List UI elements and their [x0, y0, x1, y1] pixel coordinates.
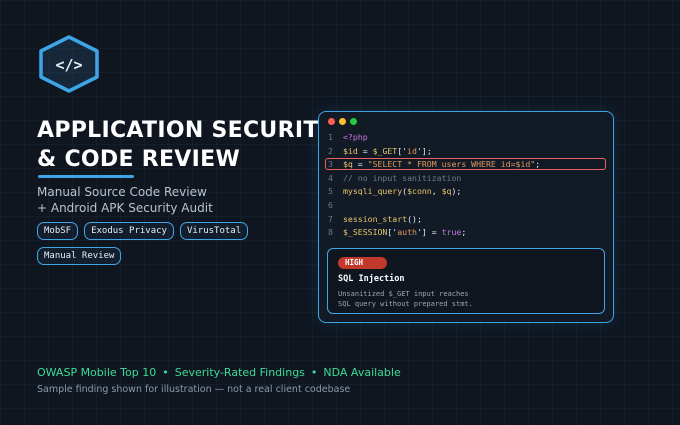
code-token: [' [387, 227, 398, 238]
feature-list: OWASP Mobile Top 10 • Severity-Rated Findi… [37, 366, 401, 379]
code-line: 8 $_SESSION['auth'] = true; [319, 226, 613, 240]
code-token: ; [461, 227, 467, 238]
severity-badge: HIGH [338, 257, 387, 269]
code-token: , [431, 186, 442, 197]
line-number: 8 [328, 227, 333, 238]
feature-nda: NDA Available [323, 366, 401, 379]
code-token: $_SESSION [343, 227, 388, 238]
code-token: session_start [343, 213, 408, 224]
close-dot-icon [328, 118, 335, 125]
code-token: $q [441, 186, 452, 197]
code-token: ']; [416, 145, 432, 156]
minimize-dot-icon [339, 118, 346, 125]
code-line: 5 mysqli_query($conn, $q); [319, 185, 613, 199]
finding-description-line-1: Unsanitized $_GET input reaches [338, 290, 469, 298]
code-window: 1 <?php 2 $id = $_GET['id']; 3 $q = "SELECT *… [318, 111, 614, 323]
subtitle: Manual Source Code Review + Android APK … [37, 184, 213, 216]
subtitle-line-2: + Android APK Security Audit [37, 201, 213, 215]
subtitle-line-1: Manual Source Code Review [37, 185, 207, 199]
feature-severity: Severity-Rated Findings [174, 366, 305, 379]
code-line: 2 $id = $_GET['id']; [319, 145, 613, 159]
code-token: ); [451, 186, 462, 197]
finding-description: Unsanitized $_GET input reaches SQL quer… [338, 289, 473, 309]
title-line-2: & CODE REVIEW [37, 147, 241, 172]
line-number: 3 [328, 159, 333, 170]
code-token: = [357, 145, 373, 156]
line-number: 2 [328, 145, 333, 156]
tool-badges: MobSF Exodus Privacy VirusTotal Manual R… [37, 222, 277, 265]
code-token: ; [535, 159, 541, 170]
code-line: 4 // no input sanitization [319, 172, 613, 186]
line-number: 7 [328, 213, 333, 224]
code-line: 6 [319, 199, 613, 213]
feature-owasp: OWASP Mobile Top 10 [37, 366, 157, 379]
code-token: id [407, 145, 417, 156]
line-number: 1 [328, 132, 333, 142]
finding-title: SQL Injection [338, 274, 405, 284]
badge-virustotal: VirusTotal [179, 222, 249, 240]
code-shield-icon: </> [39, 35, 99, 93]
line-number: 5 [328, 186, 333, 197]
code-line: 7 session_start(); [319, 213, 613, 227]
title-line-1: APPLICATION SECURITY [37, 118, 335, 143]
feature-separator: • [162, 366, 169, 379]
code-token: [' [397, 145, 408, 156]
code-text: mysqli_query($conn, $q); [343, 185, 461, 199]
code-token: $q [343, 159, 353, 170]
badge-manual-review: Manual Review [37, 247, 122, 265]
code-token: = [352, 159, 368, 170]
code-token: (); [407, 213, 422, 224]
code-token: mysqli_query [343, 186, 403, 197]
code-token: true [441, 227, 462, 238]
line-number: 4 [328, 172, 333, 183]
code-token: $id [343, 145, 358, 156]
disclaimer: Sample finding shown for illustration — … [37, 384, 351, 395]
code-token: '] = [416, 227, 442, 238]
code-line: 1 <?php [319, 131, 613, 145]
title-underline [38, 175, 134, 178]
code-block: 1 <?php 2 $id = $_GET['id']; 3 $q = "SELECT *… [319, 131, 613, 240]
code-token: auth [397, 227, 417, 238]
code-token: $_GET [372, 145, 398, 156]
code-token: <?php [343, 132, 368, 142]
code-text: $q = "SELECT * FROM users WHERE id=$id"; [343, 158, 540, 172]
code-glyph: </> [55, 56, 82, 74]
finding-card: HIGH SQL Injection Unsanitized $_GET inp… [327, 248, 605, 314]
code-text: <?php [343, 131, 368, 145]
badge-mobsf: MobSF [37, 222, 79, 240]
code-text: $id = $_GET['id']; [343, 145, 432, 159]
code-line: 3 $q = "SELECT * FROM users WHERE id=$id"… [319, 158, 613, 172]
code-token: // no input sanitization [343, 172, 462, 183]
feature-separator: • [310, 366, 318, 379]
code-token: $conn [407, 186, 432, 197]
code-token: "SELECT * FROM users WHERE id=$id" [367, 159, 536, 170]
line-number: 6 [328, 199, 333, 210]
window-controls [328, 118, 357, 125]
code-text: session_start(); [343, 213, 422, 227]
finding-description-line-2: SQL query without prepared stmt. [338, 300, 473, 308]
code-text: // no input sanitization [343, 172, 461, 186]
badge-exodus-privacy: Exodus Privacy [84, 222, 174, 240]
maximize-dot-icon [350, 118, 357, 125]
code-text: $_SESSION['auth'] = true; [343, 226, 466, 240]
page-title: APPLICATION SECURITY & CODE REVIEW [37, 116, 335, 174]
